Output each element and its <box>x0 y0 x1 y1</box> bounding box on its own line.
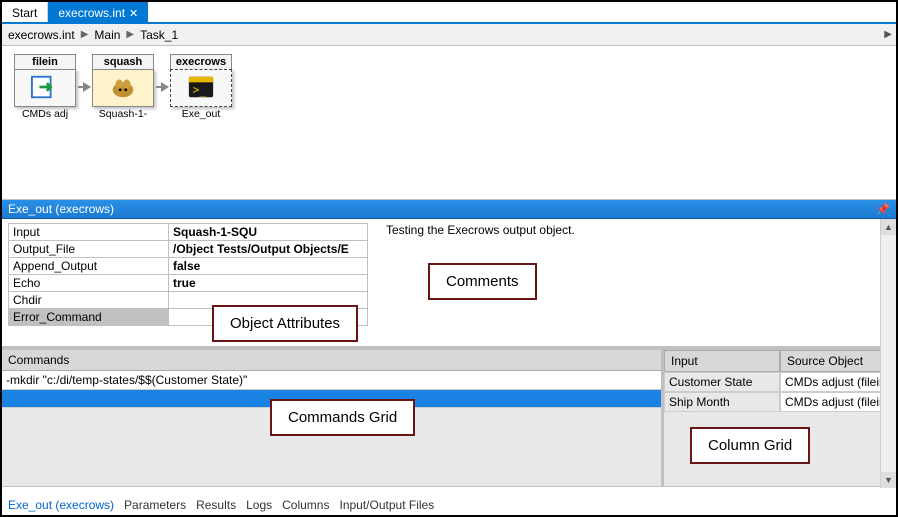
connector-arrow-icon <box>78 86 90 88</box>
connector-arrow-icon <box>156 86 168 88</box>
table-row: Customer State CMDs adjust (filein) <box>664 372 896 392</box>
attr-key[interactable]: Input <box>9 224 169 241</box>
tab-start[interactable]: Start <box>2 2 48 22</box>
comments-text: Testing the Execrows output object. <box>386 223 575 237</box>
column-grid[interactable]: Input Source Object Customer State CMDs … <box>664 350 896 486</box>
detail-title: Exe_out (execrows) <box>8 202 114 216</box>
attr-key[interactable]: Chdir <box>9 292 169 309</box>
node-squash[interactable]: squash Squash-1- <box>92 54 154 120</box>
attr-key[interactable]: Echo <box>9 275 169 292</box>
pin-icon[interactable]: 📌 <box>876 203 890 216</box>
node-body <box>92 69 154 107</box>
scroll-down-icon[interactable]: ▼ <box>881 472 896 488</box>
table-row: Ship Month CMDs adjust (filein) <box>664 392 896 412</box>
col-header-input[interactable]: Input <box>664 350 780 372</box>
svg-text:>_: >_ <box>193 83 207 96</box>
design-canvas[interactable]: filein CMDs adj squash Squash-1- execrow… <box>2 46 896 200</box>
commands-grid[interactable]: Commands -mkdir "c:/di/temp-states/$$(Cu… <box>2 350 664 486</box>
breadcrumb-item[interactable]: Main <box>94 28 120 42</box>
command-row[interactable] <box>2 390 661 408</box>
detail-panel-header: Exe_out (execrows) 📌 <box>2 200 896 219</box>
attr-val[interactable]: Squash-1-SQU <box>169 224 368 241</box>
footer-tab-parameters[interactable]: Parameters <box>124 498 186 512</box>
breadcrumb-item[interactable]: execrows.int <box>8 28 75 42</box>
table-row: InputSquash-1-SQU <box>9 224 368 241</box>
table-row: Append_Outputfalse <box>9 258 368 275</box>
col-input[interactable]: Customer State <box>664 372 780 392</box>
filein-icon <box>30 73 60 104</box>
node-execrows[interactable]: execrows >_ Exe_out <box>170 54 232 120</box>
node-title: execrows <box>170 54 232 69</box>
footer-tab-columns[interactable]: Columns <box>282 498 329 512</box>
table-row: Echotrue <box>9 275 368 292</box>
terminal-icon: >_ <box>186 73 216 104</box>
footer-tab-exe[interactable]: Exe_out (execrows) <box>8 498 114 512</box>
footer-tab-results[interactable]: Results <box>196 498 236 512</box>
attr-val[interactable] <box>169 309 368 326</box>
footer-tabs: Exe_out (execrows) Parameters Results Lo… <box>8 498 434 512</box>
node-label: Squash-1- <box>92 108 154 120</box>
node-body: >_ <box>170 69 232 107</box>
attr-key[interactable]: Error_Command <box>9 309 169 326</box>
commands-header: Commands <box>2 350 661 371</box>
attr-val[interactable]: true <box>169 275 368 292</box>
scroll-up-icon[interactable]: ▲ <box>881 219 896 235</box>
attr-key[interactable]: Output_File <box>9 241 169 258</box>
chevron-right-icon: ▶ <box>126 29 134 40</box>
close-icon[interactable]: ✕ <box>129 7 138 20</box>
col-header-source[interactable]: Source Object <box>780 350 896 372</box>
node-title: filein <box>14 54 76 69</box>
scrollbar-vertical[interactable]: ▲ ▼ <box>880 219 896 488</box>
col-source[interactable]: CMDs adjust (filein) <box>780 372 896 392</box>
command-row[interactable]: -mkdir "c:/di/temp-states/$$(Customer St… <box>2 371 661 390</box>
node-label: CMDs adj <box>14 108 76 120</box>
table-row: Error_Command <box>9 309 368 326</box>
breadcrumb: execrows.int ▶ Main ▶ Task_1 ▶ <box>2 24 896 46</box>
node-label: Exe_out <box>170 108 232 120</box>
breadcrumb-overflow-icon[interactable]: ▶ <box>884 29 892 40</box>
node-title: squash <box>92 54 154 69</box>
footer-tab-io[interactable]: Input/Output Files <box>339 498 434 512</box>
footer-tab-logs[interactable]: Logs <box>246 498 272 512</box>
detail-panel: InputSquash-1-SQU Output_File/Object Tes… <box>2 219 896 509</box>
tab-label: execrows.int <box>58 6 125 20</box>
col-source[interactable]: CMDs adjust (filein) <box>780 392 896 412</box>
tab-active[interactable]: execrows.int ✕ <box>48 2 148 22</box>
tab-label: Start <box>12 6 37 20</box>
comments-panel[interactable]: Testing the Execrows output object. <box>382 219 896 346</box>
attr-val[interactable] <box>169 292 368 309</box>
node-body <box>14 69 76 107</box>
squash-icon <box>108 73 138 104</box>
attr-val[interactable]: false <box>169 258 368 275</box>
table-row: Output_File/Object Tests/Output Objects/… <box>9 241 368 258</box>
chevron-right-icon: ▶ <box>81 29 89 40</box>
breadcrumb-item[interactable]: Task_1 <box>140 28 178 42</box>
node-filein[interactable]: filein CMDs adj <box>14 54 76 120</box>
attr-key[interactable]: Append_Output <box>9 258 169 275</box>
attr-val[interactable]: /Object Tests/Output Objects/E <box>169 241 368 258</box>
table-row: Chdir <box>9 292 368 309</box>
object-attributes-grid[interactable]: InputSquash-1-SQU Output_File/Object Tes… <box>2 219 382 346</box>
col-input[interactable]: Ship Month <box>664 392 780 412</box>
